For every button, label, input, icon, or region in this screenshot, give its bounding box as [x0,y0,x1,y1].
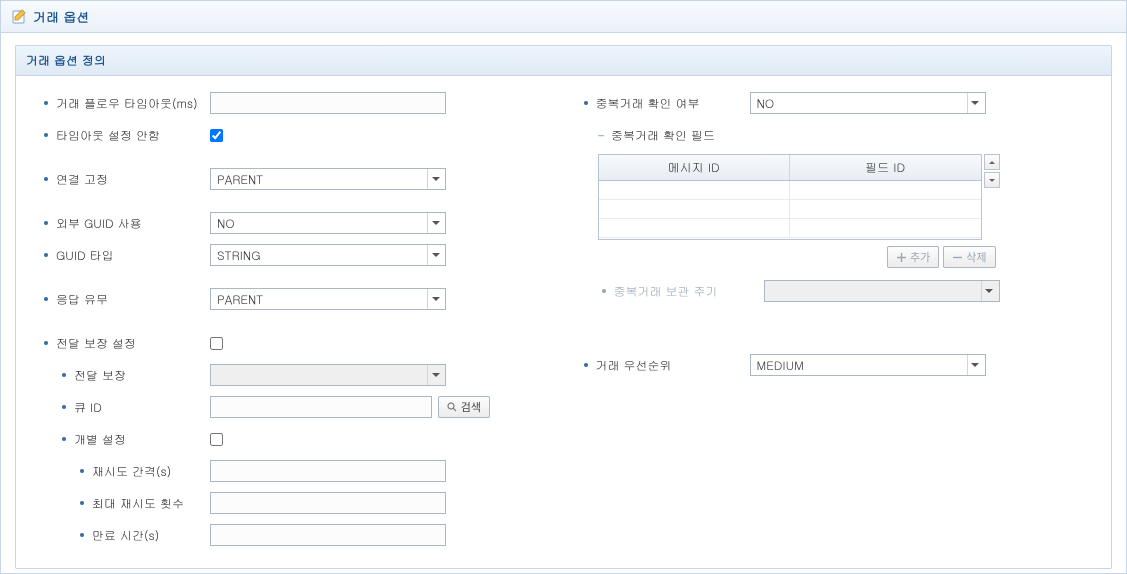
flow-timeout-label: 거래 플로우 타임아웃(ms) [56,95,198,112]
row-guid-type: GUID 타입 STRING [44,242,534,268]
expire-label: 만료 시간(s) [92,527,159,544]
response-label: 응답 유무 [56,291,108,308]
dup-field-table-wrap: 메시지 ID 필드 ID [598,154,1074,240]
row-dup-field: -중복거래 확인 필드 [584,122,1074,148]
guid-type-value: STRING [217,247,260,264]
chevron-down-icon [989,179,995,182]
dup-field-label: 중복거래 확인 필드 [611,127,715,144]
chevron-up-icon [989,161,995,164]
delete-button[interactable]: 삭제 [943,246,995,268]
chevron-down-icon [427,365,443,385]
chevron-down-icon [967,93,983,113]
row-timeout-noset: 타임아웃 설정 안함 [44,122,534,148]
panel-header: 거래 옵션 [1,1,1126,33]
dup-keep-select[interactable] [764,280,1000,302]
edit-icon [11,9,27,25]
row-dup-keep: 중복거래 보관 주기 [584,278,1074,304]
dash-icon: - [598,127,606,144]
row-max-retry: 최대 재시도 횟수 [44,490,534,516]
minus-icon [952,252,962,262]
add-button-label: 추가 [910,249,930,265]
plus-icon [896,252,906,262]
chevron-down-icon [427,245,443,265]
row-expire: 만료 시간(s) [44,522,534,548]
guid-type-select[interactable]: STRING [210,244,446,266]
timeout-noset-checkbox[interactable] [210,129,223,142]
ext-guid-select[interactable]: NO [210,212,446,234]
dup-keep-label: 중복거래 보관 주기 [614,283,718,300]
row-priority: 거래 우선순위 MEDIUM [584,352,1074,378]
dup-check-value: NO [757,95,775,112]
form-area: 거래 플로우 타임아웃(ms) 타임아웃 설정 안함 연결 고정 PARENT [16,76,1111,568]
delivery-guarantee-set-label: 전달 보장 설정 [56,335,136,352]
row-delivery-guarantee: 전달 보장 [44,362,534,388]
row-response: 응답 유무 PARENT [44,286,534,312]
search-icon [447,402,457,412]
table-actions: 추가 삭제 [598,246,996,268]
scroll-down-button[interactable] [984,172,1000,188]
chevron-down-icon [427,213,443,233]
ext-guid-value: NO [217,215,235,232]
add-button[interactable]: 추가 [887,246,939,268]
row-ext-guid: 외부 GUID 사용 NO [44,210,534,236]
priority-value: MEDIUM [757,357,804,374]
search-button[interactable]: 검색 [438,396,490,418]
timeout-noset-label: 타임아웃 설정 안함 [56,127,160,144]
panel-trade-options: 거래 옵션 거래 옵션 정의 거래 플로우 타임아웃(ms) 타임아웃 설정 안… [0,0,1127,574]
row-retry-interval: 재시도 간격(s) [44,458,534,484]
row-flow-timeout: 거래 플로우 타임아웃(ms) [44,90,534,116]
chevron-down-icon [967,355,983,375]
dup-check-select[interactable]: NO [750,92,986,114]
delivery-guarantee-label: 전달 보장 [74,367,126,384]
response-value: PARENT [217,291,263,308]
guid-type-label: GUID 타입 [56,247,114,264]
conn-fix-label: 연결 고정 [56,171,108,188]
table-row[interactable] [599,219,981,238]
queue-id-input[interactable] [210,396,432,418]
dup-field-table: 메시지 ID 필드 ID [598,154,982,240]
col-field-id: 필드 ID [790,155,981,180]
delete-button-label: 삭제 [966,249,986,265]
section-definition: 거래 옵션 정의 거래 플로우 타임아웃(ms) 타임아웃 설정 안함 연결 고… [15,45,1112,569]
indiv-set-checkbox[interactable] [210,433,223,446]
table-row[interactable] [599,200,981,219]
retry-interval-input[interactable] [210,460,446,482]
table-scroll [984,154,1000,188]
ext-guid-label: 외부 GUID 사용 [56,215,142,232]
chevron-down-icon [981,281,997,301]
table-row[interactable] [599,181,981,200]
chevron-down-icon [427,169,443,189]
delivery-guarantee-select[interactable] [210,364,446,386]
retry-interval-label: 재시도 간격(s) [92,463,171,480]
chevron-down-icon [427,289,443,309]
scroll-up-button[interactable] [984,154,1000,170]
conn-fix-value: PARENT [217,171,263,188]
table-header: 메시지 ID 필드 ID [599,155,981,181]
table-body [599,181,981,239]
indiv-set-label: 개별 설정 [74,431,126,448]
row-delivery-guarantee-set: 전달 보장 설정 [44,330,534,356]
priority-select[interactable]: MEDIUM [750,354,986,376]
row-indiv-set: 개별 설정 [44,426,534,452]
row-dup-check: 중복거래 확인 여부 NO [584,90,1074,116]
dup-check-label: 중복거래 확인 여부 [596,95,700,112]
queue-id-label: 큐 ID [74,399,102,416]
expire-input[interactable] [210,524,446,546]
response-select[interactable]: PARENT [210,288,446,310]
row-queue-id: 큐 ID 검색 [44,394,534,420]
row-conn-fix: 연결 고정 PARENT [44,166,534,192]
conn-fix-select[interactable]: PARENT [210,168,446,190]
search-button-label: 검색 [461,399,481,415]
priority-label: 거래 우선순위 [596,357,672,374]
panel-title: 거래 옵션 [33,7,89,26]
col-message-id: 메시지 ID [599,155,791,180]
delivery-guarantee-set-checkbox[interactable] [210,337,223,350]
right-column: 중복거래 확인 여부 NO -중복거래 확인 필드 메시지 ID [564,90,1104,554]
max-retry-input[interactable] [210,492,446,514]
left-column: 거래 플로우 타임아웃(ms) 타임아웃 설정 안함 연결 고정 PARENT [24,90,564,554]
flow-timeout-input[interactable] [210,92,446,114]
section-title: 거래 옵션 정의 [16,46,1111,76]
max-retry-label: 최대 재시도 횟수 [92,495,184,512]
